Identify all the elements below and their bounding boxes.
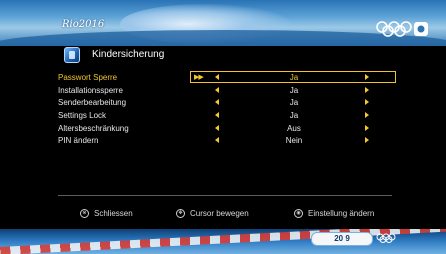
arrow-left-icon[interactable]: [215, 112, 219, 118]
page-title: Kindersicherung: [92, 49, 165, 60]
setting-row-age-restriction[interactable]: Altersbeschränkung Aus: [58, 123, 392, 135]
badge-text: 20 9: [334, 234, 350, 243]
setting-value[interactable]: Ja: [268, 72, 320, 83]
arrow-right-icon[interactable]: [365, 137, 369, 143]
arrow-left-icon[interactable]: [215, 99, 219, 105]
setting-label: Senderbearbeitung: [58, 98, 127, 107]
arrow-right-icon[interactable]: [365, 125, 369, 131]
setting-value[interactable]: Aus: [268, 123, 320, 134]
arrow-left-icon[interactable]: [215, 125, 219, 131]
setting-row-channel-edit[interactable]: Senderbearbeitung Ja: [58, 97, 392, 109]
ok-key-icon: ◉: [294, 209, 303, 218]
setting-row-settings-lock[interactable]: Settings Lock Ja: [58, 110, 392, 122]
parental-lock-icon: [64, 47, 80, 63]
arrow-right-icon[interactable]: [365, 74, 369, 80]
setting-label: Settings Lock: [58, 111, 107, 120]
top-banner-image: Rio2016: [0, 0, 446, 46]
fast-forward-icon: ▶▶: [194, 74, 204, 81]
setting-row-installation-lock[interactable]: Installationssperre Ja: [58, 85, 392, 97]
arrow-left-icon[interactable]: [215, 87, 219, 93]
arrow-left-icon[interactable]: [215, 137, 219, 143]
olympic-rings-icon: [376, 233, 396, 243]
setting-value[interactable]: Ja: [268, 110, 320, 121]
setting-row-change-pin[interactable]: PIN ändern Nein: [58, 135, 392, 147]
arrow-right-icon[interactable]: [365, 112, 369, 118]
rio-2016-logo: Rio2016: [62, 14, 110, 36]
hint-label: Schliessen: [94, 209, 133, 218]
tv-menu-screen: Rio2016 Kindersicherung ▶▶ Passwort Sper…: [0, 0, 446, 254]
olympic-rings-icon: [376, 21, 428, 37]
setting-row-password-lock[interactable]: ▶▶ Passwort Sperre Ja: [58, 71, 396, 84]
rio-logo-text: Rio2016: [62, 19, 105, 30]
navigation-key-icon: ✥: [176, 209, 185, 218]
setting-value[interactable]: Nein: [268, 135, 320, 146]
event-badge: 20 9: [311, 232, 373, 246]
arrow-left-icon[interactable]: [215, 74, 219, 80]
setting-label: Installationssperre: [58, 86, 123, 95]
setting-label: PIN ändern: [58, 136, 99, 145]
setting-value[interactable]: Ja: [268, 85, 320, 96]
arrow-right-icon[interactable]: [365, 87, 369, 93]
hint-label: Einstellung ändern: [308, 209, 375, 218]
setting-value[interactable]: Ja: [268, 97, 320, 108]
hint-label: Cursor bewegen: [190, 209, 249, 218]
arrow-right-icon[interactable]: [365, 99, 369, 105]
setting-label: Altersbeschränkung: [58, 124, 129, 133]
footer-separator: [58, 195, 392, 196]
setting-label: Passwort Sperre: [58, 73, 118, 82]
exit-key-icon: ⊗: [80, 209, 89, 218]
